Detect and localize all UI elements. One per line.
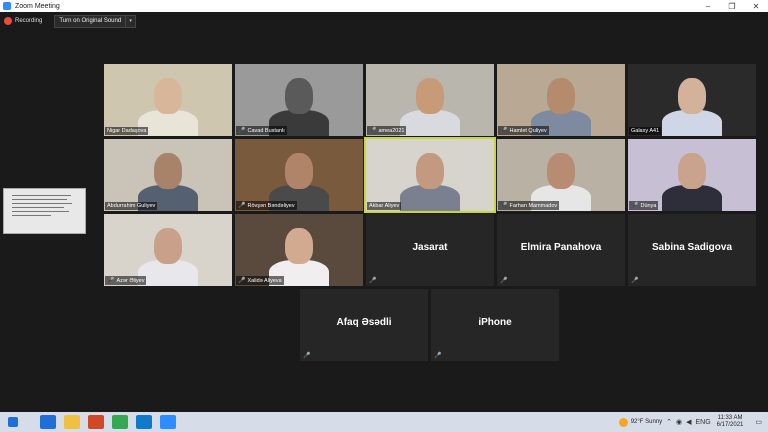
- participant-tile[interactable]: 🎤 Rövşən Bəndəliyev: [235, 139, 363, 211]
- volume-icon[interactable]: ◀: [686, 418, 691, 426]
- participant-name: Dünya: [640, 202, 657, 209]
- participant-tile[interactable]: 🎤 Farhan Mammadov: [497, 139, 625, 211]
- participant-name-tag: 🎤 Azər Əliyev: [105, 276, 147, 285]
- minimize-button[interactable]: –: [696, 0, 720, 12]
- participant-name-tag: 🎤 Xalidə Aliyeva: [236, 276, 284, 285]
- windows-start-icon[interactable]: [8, 417, 18, 427]
- participant-name: Elmira Panahova: [520, 242, 602, 253]
- recording-label: Recording: [15, 18, 43, 24]
- participant-tile[interactable]: Sabina Sadigova 🎤: [628, 214, 756, 286]
- taskbar-app-icon[interactable]: [112, 415, 128, 429]
- mic-muted-icon: 🎤: [238, 128, 246, 134]
- mic-muted-icon: 🎤: [631, 203, 639, 209]
- window-controls: – ❐ ✕: [696, 0, 768, 12]
- participant-tile[interactable]: Akbar Aliyev: [364, 137, 496, 213]
- participant-name: Cavad Bustanlı: [247, 127, 285, 134]
- sun-icon: [618, 417, 628, 427]
- participant-tile[interactable]: 🎤 Hamlet Quliyev: [497, 64, 625, 136]
- participant-name: Akbar Aliyev: [369, 203, 400, 209]
- mic-muted-icon: 🎤: [238, 203, 246, 209]
- participant-name: amea2021: [378, 127, 405, 134]
- participant-name-tag: 🎤 Farhan Mammadov: [498, 201, 560, 210]
- participant-tile[interactable]: 🎤 Xalidə Aliyeva: [235, 214, 363, 286]
- taskbar-app-icon[interactable]: [136, 415, 152, 429]
- participant-name: Galaxy A41: [631, 128, 660, 134]
- close-button[interactable]: ✕: [744, 0, 768, 12]
- clock[interactable]: 11:33 AM 6/17/2021: [717, 415, 744, 429]
- shared-screen-thumbnail[interactable]: [3, 188, 86, 234]
- participant-name: Xalidə Aliyeva: [247, 277, 282, 284]
- participant-tile[interactable]: 🎤 amea2021: [366, 64, 494, 136]
- participant-tile[interactable]: Afaq Əsədli 🎤: [300, 289, 428, 361]
- participant-name-tag: 🎤 Dünya: [629, 201, 659, 210]
- participant-name: Jasarat: [412, 242, 448, 253]
- participant-name: Abdurrahim Guliyev: [107, 203, 156, 209]
- mic-muted-icon: 🎤: [238, 278, 246, 284]
- window-titlebar: Zoom Meeting – ❐ ✕: [0, 0, 768, 12]
- wifi-icon[interactable]: ◉: [676, 418, 682, 426]
- participant-name: iPhone: [478, 317, 512, 328]
- participant-name-tag: Galaxy A41: [629, 127, 662, 135]
- participant-name-tag: 🎤 Rövşən Bəndəliyev: [236, 201, 297, 210]
- chevron-up-icon[interactable]: ⌃: [666, 418, 672, 426]
- mic-muted-icon: 🎤: [369, 128, 377, 134]
- taskbar-app-icon[interactable]: [88, 415, 104, 429]
- clock-time: 11:33 AM: [717, 415, 743, 421]
- notification-icon[interactable]: ▭: [755, 418, 762, 426]
- maximize-button[interactable]: ❐: [720, 0, 744, 12]
- mic-muted-icon: 🎤: [631, 278, 639, 284]
- zoom-app-icon: [3, 2, 11, 10]
- participant-name: Farhan Mammadov: [509, 202, 558, 209]
- taskbar-app-icon[interactable]: [64, 415, 80, 429]
- window-title: Zoom Meeting: [15, 2, 60, 10]
- participant-video: [628, 64, 756, 136]
- participant-name: Rövşən Bəndəliyev: [247, 202, 295, 209]
- participant-name: Azər Əliyev: [116, 277, 145, 284]
- language-indicator[interactable]: ENG: [696, 419, 711, 426]
- participant-video: [104, 64, 232, 136]
- participant-name-tag: 🎤 Hamlet Quliyev: [498, 126, 549, 135]
- taskbar-app-icon[interactable]: [160, 415, 176, 429]
- meeting-toolbar: Recording Turn on Original Sound ▾: [4, 14, 137, 28]
- participant-video: [104, 139, 232, 211]
- mic-muted-icon: 🎤: [500, 203, 508, 209]
- participant-tile[interactable]: iPhone 🎤: [431, 289, 559, 361]
- mic-muted-icon: 🎤: [434, 353, 442, 359]
- participant-tile[interactable]: Nigar Dadaşova: [104, 64, 232, 136]
- participant-name-tag: 🎤 amea2021: [367, 126, 407, 135]
- mic-muted-icon: 🎤: [107, 278, 115, 284]
- participant-name: Sabina Sadigova: [651, 242, 733, 253]
- participant-name-tag: Abdurrahim Guliyev: [105, 202, 158, 210]
- mic-muted-icon: 🎤: [500, 128, 508, 134]
- participant-name-tag: Akbar Aliyev: [367, 202, 402, 210]
- participant-name: Afaq Əsədli: [336, 317, 392, 328]
- mic-muted-icon: 🎤: [303, 353, 311, 359]
- taskbar-app-icon[interactable]: [40, 415, 56, 429]
- participant-name-tag: Nigar Dadaşova: [105, 127, 149, 135]
- participant-tile[interactable]: Elmira Panahova 🎤: [497, 214, 625, 286]
- clock-date: 6/17/2021: [716, 422, 744, 428]
- system-tray: 92°F Sunny ⌃ ◉ ◀ ENG 11:33 AM 6/17/2021 …: [618, 412, 762, 432]
- recording-icon: [4, 17, 12, 25]
- participant-name-tag: 🎤 Cavad Bustanlı: [236, 126, 287, 135]
- participant-tile[interactable]: Jasarat 🎤: [366, 214, 494, 286]
- participant-tile[interactable]: 🎤 Cavad Bustanlı: [235, 64, 363, 136]
- taskbar-apps: [32, 415, 176, 429]
- participant-name: Nigar Dadaşova: [107, 128, 147, 134]
- mic-muted-icon: 🎤: [369, 278, 377, 284]
- participant-tile[interactable]: Abdurrahim Guliyev: [104, 139, 232, 211]
- participant-tile[interactable]: 🎤 Dünya: [628, 139, 756, 211]
- participant-tile[interactable]: 🎤 Azər Əliyev: [104, 214, 232, 286]
- participant-tile[interactable]: Galaxy A41: [628, 64, 756, 136]
- weather-text[interactable]: 92°F Sunny: [631, 419, 662, 425]
- windows-taskbar: 92°F Sunny ⌃ ◉ ◀ ENG 11:33 AM 6/17/2021 …: [0, 412, 768, 432]
- original-sound-button[interactable]: Turn on Original Sound: [54, 14, 127, 28]
- chevron-down-icon[interactable]: ▾: [126, 14, 137, 28]
- mic-muted-icon: 🎤: [500, 278, 508, 284]
- participant-name: Hamlet Quliyev: [509, 127, 547, 134]
- participant-video: [366, 139, 494, 211]
